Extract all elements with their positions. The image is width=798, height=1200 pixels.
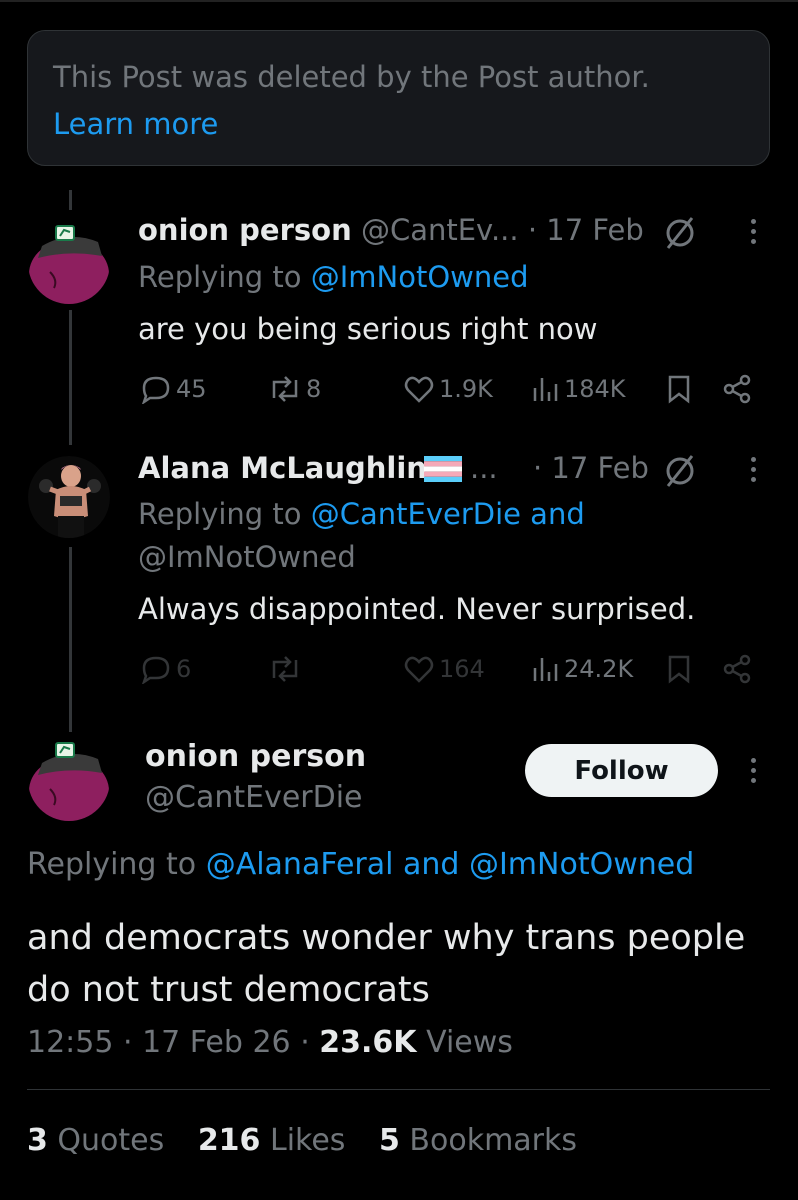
reply-button[interactable]: 6	[140, 652, 191, 686]
share-icon[interactable]	[722, 374, 752, 404]
top-divider	[0, 0, 798, 2]
thread-line	[69, 310, 72, 445]
trans-flag-icon	[424, 456, 462, 482]
post-time[interactable]: 12:55	[27, 1025, 113, 1060]
more-icon[interactable]	[744, 755, 764, 787]
deleted-notice-text: This Post was deleted by the Post author…	[53, 60, 650, 94]
replying-prefix: Replying to	[27, 847, 197, 882]
divider	[27, 1089, 770, 1090]
likes-count: 216	[197, 1123, 261, 1158]
reply-icon	[142, 376, 170, 404]
replying-to: Replying to @ImNotOwned	[138, 263, 529, 292]
repost-count: 8	[306, 375, 322, 403]
moderation-icon[interactable]	[662, 214, 698, 250]
repost-button[interactable]: 8	[268, 372, 321, 406]
reply-count: 6	[176, 655, 192, 683]
views-label: Views	[426, 1025, 513, 1060]
reply-icon	[142, 656, 170, 684]
author-name[interactable]: onion person	[145, 742, 366, 772]
likes-label: Likes	[269, 1123, 346, 1158]
bookmarks-stat[interactable]: 5 Bookmarks	[379, 1123, 577, 1158]
reply-count: 45	[176, 375, 207, 403]
views-count: 23.6K	[319, 1025, 417, 1060]
views-count: 184K	[564, 375, 626, 403]
replying-to-link[interactable]: @ImNotOwned	[311, 260, 529, 294]
replying-to: Replying to @CantEverDie and	[138, 500, 585, 529]
post-date[interactable]: 17 Feb 26	[142, 1025, 291, 1060]
like-icon	[404, 376, 434, 403]
author-name[interactable]: onion person	[138, 213, 352, 247]
replying-to-link[interactable]: @AlanaFeral and @ImNotOwned	[206, 847, 695, 882]
author-handle[interactable]: ...	[470, 454, 498, 483]
like-button[interactable]: 1.9K	[403, 372, 493, 406]
onion-avatar-image	[28, 222, 110, 304]
alana-avatar-image	[28, 456, 110, 538]
post-text: and democrats wonder why trans people do…	[27, 918, 746, 1010]
like-button[interactable]: 164	[403, 652, 485, 686]
reply-header: onion person @CantEv... · 17 Feb	[138, 216, 644, 245]
bookmarks-label: Bookmarks	[409, 1123, 578, 1158]
more-icon[interactable]	[744, 454, 764, 486]
reply-text: are you being serious right now	[138, 312, 598, 346]
onion-avatar-image	[28, 739, 110, 821]
more-icon[interactable]	[744, 216, 764, 248]
post-date[interactable]: · 17 Feb	[528, 213, 644, 247]
replying-to-link[interactable]: @ImNotOwned	[138, 543, 356, 572]
reply-header: Alana McLaughlin	[138, 454, 427, 483]
bookmarks-count: 5	[378, 1123, 400, 1158]
quotes-label: Quotes	[57, 1123, 165, 1158]
replying-prefix: Replying to	[138, 497, 302, 531]
avatar[interactable]	[28, 222, 110, 304]
author-handle[interactable]: @CantEv...	[361, 213, 519, 247]
views-icon	[533, 378, 558, 401]
like-count: 1.9K	[439, 375, 493, 403]
avatar[interactable]	[28, 739, 110, 821]
follow-button[interactable]: Follow	[525, 744, 718, 797]
repost-button[interactable]	[268, 652, 302, 686]
views-icon	[533, 658, 558, 681]
replying-to: Replying to @AlanaFeral and @ImNotOwned	[27, 850, 694, 880]
author-name[interactable]: Alana McLaughlin	[138, 451, 427, 485]
engagement-stats: 3 Quotes 216 Likes 5 Bookmarks	[27, 1126, 601, 1156]
quotes-stat[interactable]: 3 Quotes	[27, 1123, 164, 1158]
views-button[interactable]: 184K	[530, 372, 626, 406]
moderation-icon[interactable]	[662, 452, 698, 488]
views-button[interactable]: 24.2K	[530, 652, 633, 686]
thread-line	[69, 547, 72, 732]
views-count: 24.2K	[564, 655, 634, 683]
post-meta: 12:55 · 17 Feb 26 · 23.6K Views	[27, 1025, 513, 1060]
replying-prefix: Replying to	[138, 260, 302, 294]
avatar[interactable]	[28, 456, 110, 538]
share-icon[interactable]	[722, 654, 752, 684]
bookmark-icon[interactable]	[666, 654, 692, 684]
bookmark-icon[interactable]	[666, 374, 692, 404]
deleted-post-notice: This Post was deleted by the Post author…	[27, 30, 770, 166]
reply-button[interactable]: 45	[140, 372, 207, 406]
repost-icon	[272, 656, 298, 682]
reply-text: Always disappointed. Never surprised.	[138, 592, 696, 626]
repost-icon	[272, 376, 298, 402]
likes-stat[interactable]: 216 Likes	[198, 1123, 346, 1158]
replying-to-link[interactable]: @CantEverDie and	[311, 497, 585, 531]
author-handle[interactable]: @CantEverDie	[145, 783, 363, 813]
quotes-count: 3	[27, 1123, 48, 1158]
learn-more-link[interactable]: Learn more	[53, 110, 218, 139]
like-count: 164	[439, 655, 485, 683]
like-icon	[404, 656, 434, 683]
post-date[interactable]: · 17 Feb	[533, 454, 649, 483]
thread-line	[69, 190, 72, 210]
